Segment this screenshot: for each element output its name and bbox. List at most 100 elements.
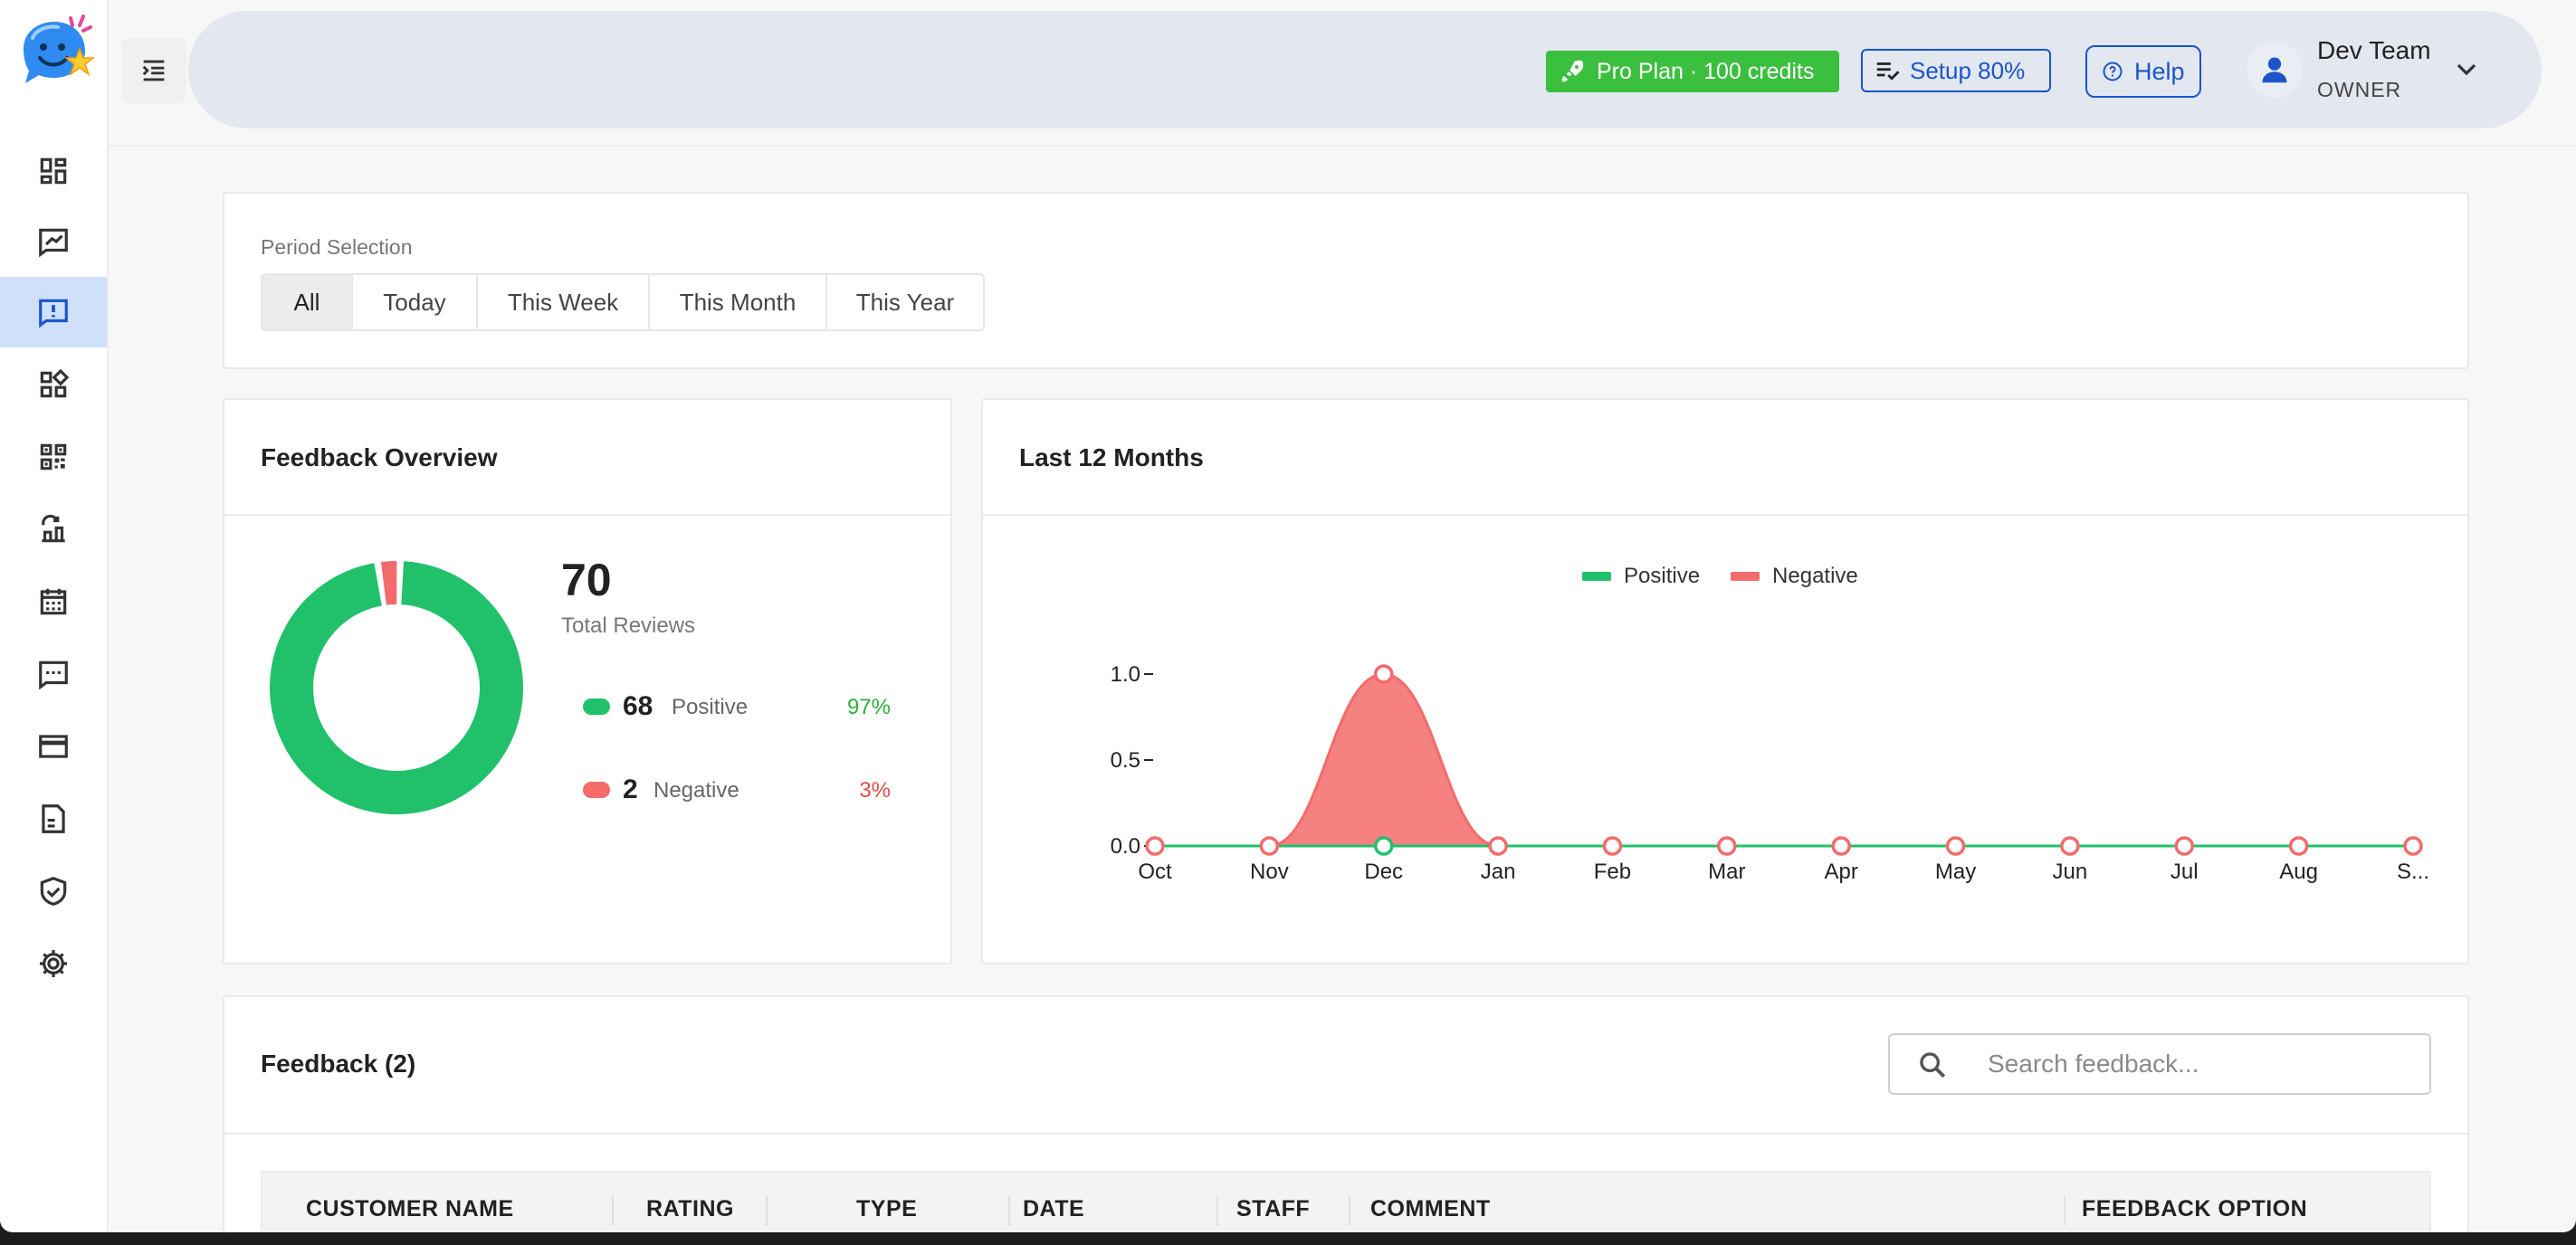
user-role: OWNER [2317, 78, 2402, 101]
period-option-this-month[interactable]: This Month [650, 275, 827, 329]
sidebar-item-widgets[interactable] [0, 349, 107, 420]
legend-swatch-negative [1731, 572, 1760, 581]
y-tick-label: 0.0 [1111, 834, 1140, 859]
x-tick-label: Aug [2279, 860, 2318, 884]
sidebar-toggle-button[interactable] [121, 38, 186, 103]
point-negative[interactable] [1831, 836, 1851, 856]
period-option-today[interactable]: Today [353, 275, 478, 329]
column-header-customer-name[interactable]: CUSTOMER NAME [306, 1196, 514, 1222]
point-negative[interactable] [2403, 836, 2423, 856]
x-tick-label: Jan [1481, 860, 1516, 884]
sidebar-item-billing[interactable] [0, 711, 107, 782]
x-tick-label: Jul [2171, 860, 2199, 884]
search-feedback-input[interactable] [1988, 1046, 2413, 1082]
period-option-this-week[interactable]: This Week [478, 275, 650, 329]
column-header-staff[interactable]: STAFF [1236, 1196, 1310, 1222]
point-negative[interactable] [2174, 836, 2195, 856]
user-avatar[interactable] [2247, 42, 2303, 98]
period-option-this-year[interactable]: This Year [827, 275, 983, 329]
search-feedback-box[interactable] [1888, 1033, 2431, 1095]
sidebar-item-qr-codes[interactable] [0, 422, 107, 492]
plan-badge[interactable]: Pro Plan · 100 credits [1546, 51, 1839, 92]
calendar-icon [40, 588, 67, 615]
column-separator [1349, 1196, 1350, 1225]
plan-badge-label: Pro Plan · 100 credits [1597, 58, 1815, 84]
area-negative [1155, 674, 2413, 846]
point-negative[interactable] [1488, 836, 1508, 856]
sidebar-item-rewards[interactable] [0, 494, 107, 565]
column-separator [2064, 1196, 2066, 1225]
positive-dot [583, 699, 610, 715]
card-header-divider [224, 1133, 2467, 1135]
period-selection-label: Period Selection [261, 235, 413, 259]
positive-label: Positive [672, 695, 749, 719]
sidebar-item-calendar[interactable] [0, 566, 107, 637]
help-circle-icon [2103, 62, 2123, 81]
column-separator [1008, 1196, 1010, 1225]
column-header-feedback-option[interactable]: FEEDBACK OPTION [2082, 1196, 2307, 1222]
chevron-down-icon[interactable] [2453, 58, 2480, 80]
donut-slice-negative[interactable] [380, 561, 397, 605]
period-selector: All Today This Week This Month This Year [261, 273, 985, 331]
qr-code-icon [40, 443, 67, 470]
x-tick-label: May [1935, 860, 1976, 884]
total-reviews-value: 70 [561, 555, 612, 605]
positive-count: 68 [623, 691, 654, 721]
user-name[interactable]: Dev Team [2317, 36, 2431, 65]
brand-logo-icon[interactable] [13, 13, 96, 89]
reward-icon [42, 514, 65, 543]
legend-label-negative[interactable]: Negative [1772, 564, 1858, 589]
feedback-table-header: CUSTOMER NAME RATING TYPE DATE STAFF COM… [261, 1171, 2431, 1232]
positive-percent: 97% [846, 695, 891, 719]
period-option-all[interactable]: All [262, 275, 353, 329]
column-separator [1216, 1196, 1218, 1225]
chart-legend: Positive Negative [1582, 563, 1858, 590]
user-icon [2262, 57, 2287, 83]
menu-indent-icon [142, 60, 165, 81]
point-negative[interactable] [1373, 664, 1394, 684]
positive-stat-row: 68 Positive 97% [583, 689, 891, 726]
sidebar [0, 0, 109, 1232]
sidebar-item-settings[interactable] [0, 928, 107, 999]
settings-gear-icon [39, 949, 68, 978]
x-tick-label: Dec [1364, 860, 1403, 884]
y-tick-label: 0.5 [1111, 748, 1140, 773]
x-tick-label: Nov [1250, 860, 1289, 884]
y-tick-label: 1.0 [1111, 662, 1140, 687]
point-negative[interactable] [1145, 836, 1165, 856]
card-header-divider [983, 514, 2467, 516]
sidebar-item-documents[interactable] [0, 784, 107, 854]
point-negative[interactable] [2288, 836, 2309, 856]
rocket-icon [1561, 60, 1584, 82]
point-negative[interactable] [1717, 836, 1737, 856]
sidebar-item-security[interactable] [0, 856, 107, 927]
sidebar-item-feedback[interactable] [0, 277, 107, 347]
monthly-trend-chart: 0.0 0.5 1.0 Oct Nov Dec Jan Feb Mar Apr May Jun Jul A… [1111, 662, 2429, 884]
document-icon [42, 804, 65, 833]
column-header-rating[interactable]: RATING [646, 1196, 734, 1222]
total-reviews-label: Total Reviews [561, 613, 696, 638]
sidebar-item-reviews[interactable] [0, 206, 107, 277]
column-header-date[interactable]: DATE [1023, 1196, 1084, 1222]
sidebar-item-dashboard[interactable] [0, 136, 107, 206]
point-negative[interactable] [1945, 836, 1966, 856]
help-button[interactable]: Help [2085, 45, 2201, 98]
negative-count: 2 [623, 775, 638, 804]
legend-label-positive[interactable]: Positive [1624, 564, 1700, 589]
checklist-icon [1876, 62, 1900, 81]
card-header-divider [224, 514, 950, 516]
feedback-overview-title: Feedback Overview [261, 443, 498, 471]
setup-progress-button[interactable]: Setup 80% [1861, 49, 2051, 92]
point-positive[interactable] [1373, 836, 1394, 856]
billing-card-icon [39, 735, 68, 758]
column-header-type[interactable]: TYPE [856, 1196, 917, 1222]
x-tick-label: Oct [1138, 860, 1172, 884]
security-shield-icon [40, 877, 67, 906]
x-tick-label: Mar [1708, 860, 1745, 884]
point-negative[interactable] [1602, 836, 1623, 856]
column-header-comment[interactable]: COMMENT [1370, 1196, 1491, 1222]
messages-icon [39, 661, 68, 690]
sidebar-item-messages[interactable] [0, 639, 107, 709]
point-negative[interactable] [2060, 836, 2080, 856]
point-negative[interactable] [1259, 836, 1280, 856]
